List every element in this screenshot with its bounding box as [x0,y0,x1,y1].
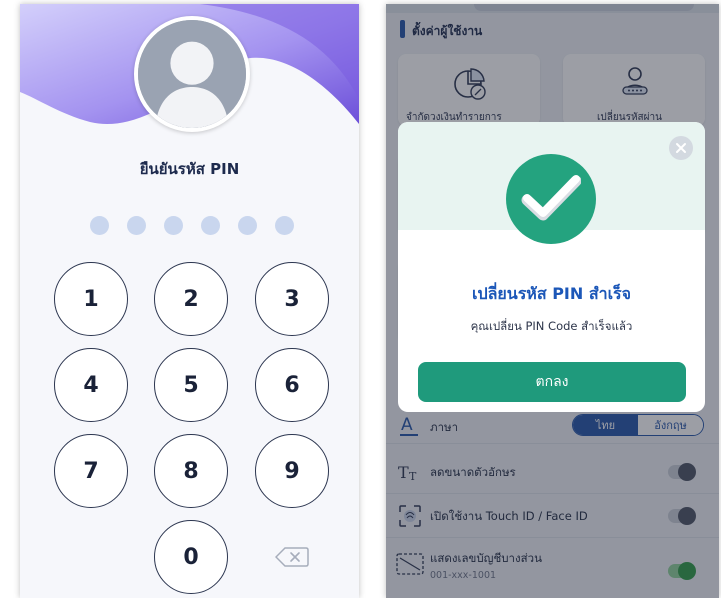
pin-dots [90,216,294,238]
modal-title: เปลี่ยนรหัส PIN สำเร็จ [471,284,632,303]
keypad-key-2[interactable]: 2 [154,262,228,336]
user-silhouette-icon [138,20,246,128]
pin-dot [275,216,294,235]
modal-message: คุณเปลี่ยน PIN Code สำเร็จแล้ว [470,319,633,333]
keypad-key-7[interactable]: 7 [54,434,128,508]
pin-dot [127,216,146,235]
keypad-key-0[interactable]: 0 [154,520,228,594]
keypad-key-9[interactable]: 9 [255,434,329,508]
check-circle-icon [521,175,581,221]
success-modal: เปลี่ยนรหัส PIN สำเร็จ คุณเปลี่ยน PIN Co… [398,122,705,412]
pin-dot [164,216,183,235]
close-icon [676,143,686,153]
keypad-key-1[interactable]: 1 [54,262,128,336]
backspace-button[interactable] [274,544,310,570]
user-avatar [134,16,250,132]
pin-title: ยืนยันรหัส PIN [139,160,240,178]
pin-dot [238,216,257,235]
settings-screen: ตั้งค่าผู้ใช้งาน จำกัดวงเงินทำรายการ เปล… [386,4,719,598]
success-badge [506,154,596,244]
close-button[interactable] [669,136,693,160]
ok-button[interactable]: ตกลง [418,362,686,402]
keypad-key-4[interactable]: 4 [54,348,128,422]
pin-dot [90,216,109,235]
pin-entry-screen: ยืนยันรหัส PIN 1 2 3 4 5 6 7 8 9 0 [20,4,359,598]
keypad-key-5[interactable]: 5 [154,348,228,422]
backspace-icon [275,547,309,567]
pin-dot [201,216,220,235]
keypad-key-8[interactable]: 8 [154,434,228,508]
keypad-key-3[interactable]: 3 [255,262,329,336]
keypad-key-6[interactable]: 6 [255,348,329,422]
